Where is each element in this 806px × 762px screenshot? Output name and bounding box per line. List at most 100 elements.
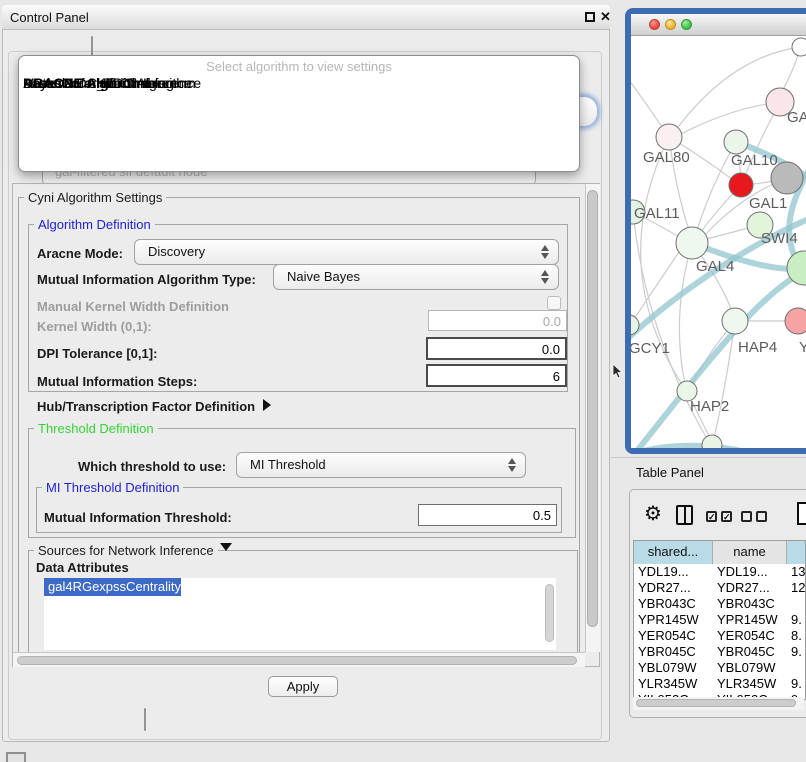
algorithm-dropdown-popup: Select algorithm to view settings Bayesi… xyxy=(18,55,580,172)
checked-checkbox-icon[interactable]: ✓ xyxy=(721,511,732,522)
dpi-tolerance-field[interactable]: 0.0 xyxy=(426,337,567,360)
which-threshold-value: MI Threshold xyxy=(250,457,326,472)
control-panel-title: Control Panel xyxy=(10,10,89,25)
list-scrollbar-thumb[interactable] xyxy=(545,584,554,642)
node-label-gal1: GAL1 xyxy=(749,195,787,212)
sources-group-label: Sources for Network Inference xyxy=(38,543,214,558)
settings-horizontal-scrollbar-thumb[interactable] xyxy=(17,656,577,665)
threshold-definition-title: Threshold Definition xyxy=(34,421,158,436)
table-row[interactable]: YPR145WYPR145W9. xyxy=(634,612,805,628)
tab-style[interactable]: Style xyxy=(92,37,93,52)
column-layout-icon[interactable] xyxy=(676,505,693,525)
control-panel-titlebar[interactable] xyxy=(2,5,610,30)
hub-definition-toggle[interactable]: Hub/Transcription Factor Definition xyxy=(37,399,255,414)
table-cell: YER054C xyxy=(713,628,787,644)
cyni-tab-impute-data[interactable]: Impute Data xyxy=(145,709,146,724)
table-cell: YLR345W xyxy=(634,676,713,692)
network-edge[interactable] xyxy=(679,243,692,384)
network-node[interactable] xyxy=(785,308,806,334)
tab-select[interactable]: Select xyxy=(92,37,93,52)
tab-network[interactable]: Network xyxy=(92,37,93,52)
data-attributes-label: Data Attributes xyxy=(36,560,129,575)
network-node[interactable] xyxy=(676,227,708,259)
table-cell: 13 xyxy=(787,564,806,580)
panel-divider xyxy=(611,457,806,458)
gear-icon[interactable]: ⚙ xyxy=(644,503,662,525)
aracne-mode-combo[interactable]: Discovery xyxy=(134,239,559,265)
table-row[interactable]: YDL19...YDL19...13 xyxy=(634,564,805,580)
table-cell: YDR27... xyxy=(713,580,787,596)
network-node[interactable] xyxy=(792,38,806,56)
network-edge-highlighted[interactable] xyxy=(631,269,806,448)
node-attribute-table[interactable]: shared...nameYDL19...YDL19...13YDR27...Y… xyxy=(633,540,806,700)
tab-cyni-toolbox[interactable]: Cyni Toolbox xyxy=(92,37,93,52)
table-header-col3[interactable] xyxy=(787,541,806,564)
network-node[interactable] xyxy=(724,130,748,154)
sources-group-toggle[interactable]: Sources for Network Inference xyxy=(34,543,218,558)
mi-algorithm-type-combo[interactable]: Naive Bayes xyxy=(273,264,559,290)
table-cell: YBR043C xyxy=(634,596,713,612)
mouse-cursor xyxy=(612,364,624,380)
apply-button[interactable]: Apply xyxy=(268,676,338,697)
table-cell: 12 xyxy=(787,580,806,596)
network-node[interactable] xyxy=(656,124,682,150)
data-attribute-gal4rgexp[interactable]: gal4RGexp xyxy=(44,578,113,596)
panel-dock-icon[interactable] xyxy=(6,752,26,762)
mi-threshold-group-title: MI Threshold Definition xyxy=(42,480,183,495)
cyni-tab-discretize-data[interactable]: Discretize Data xyxy=(145,709,146,724)
tab-jactivemnodules[interactable]: jActiveMNodules xyxy=(92,37,93,52)
hub-definition-label: Hub/Transcription Factor Definition xyxy=(37,399,255,414)
table-cell: YER054C xyxy=(634,628,713,644)
node-label-gal10: GAL10 xyxy=(731,152,778,169)
table-header-shared[interactable]: shared... xyxy=(634,541,713,564)
cyni-tab-infer-network[interactable]: Infer Network xyxy=(145,709,146,724)
table-row[interactable]: YBR045CYBR045C9. xyxy=(634,644,805,660)
kernel-width-field[interactable]: 0.0 xyxy=(428,310,567,331)
table-row[interactable]: YBR043CYBR043C xyxy=(634,596,805,612)
table-row[interactable]: YBL079WYBL079W xyxy=(634,660,805,676)
network-node[interactable] xyxy=(729,173,753,197)
node-label-hap2: HAP2 xyxy=(690,398,729,415)
algorithm-option-dream8-dc-tdc-algorithm[interactable]: Dream8 DC_TDC Algorithm xyxy=(19,75,196,91)
node-label-swi4: SWI4 xyxy=(761,230,798,247)
which-threshold-combo[interactable]: MI Threshold xyxy=(236,452,526,478)
minimize-traffic-light[interactable] xyxy=(665,19,676,30)
network-edge[interactable] xyxy=(681,102,780,134)
document-icon[interactable] xyxy=(797,502,806,525)
combo-arrows-icon xyxy=(508,457,517,473)
network-node[interactable] xyxy=(702,435,722,448)
table-row[interactable]: YLR345WYLR345W9. xyxy=(634,676,805,692)
table-row[interactable]: YDR27...YDR27...12 xyxy=(634,580,805,596)
expand-right-icon xyxy=(263,399,271,411)
table-cell: YBR043C xyxy=(713,596,787,612)
aracne-mode-label: Aracne Mode: xyxy=(37,246,123,261)
manual-kernel-width-label: Manual Kernel Width Definition xyxy=(37,299,229,314)
mi-threshold-label: Mutual Information Threshold: xyxy=(44,510,232,525)
table-header-name[interactable]: name xyxy=(713,541,787,564)
kernel-width-label: Kernel Width (0,1): xyxy=(37,319,152,334)
table-cell: YBL079W xyxy=(634,660,713,676)
mi-threshold-field[interactable]: 0.5 xyxy=(418,504,557,526)
node-label-gcy1: GCY1 xyxy=(631,340,670,357)
table-cell: YDR27... xyxy=(634,580,713,596)
network-canvas[interactable]: GALGAL80GAL10GAL1GAL11GAL4SWI4GCY1HAP4YH… xyxy=(631,36,806,448)
settings-vertical-scrollbar-thumb[interactable] xyxy=(587,190,598,627)
table-cell: YBL079W xyxy=(713,660,787,676)
network-graph[interactable]: GALGAL80GAL10GAL1GAL11GAL4SWI4GCY1HAP4YH… xyxy=(631,36,806,448)
unchecked-checkbox-icon[interactable] xyxy=(756,511,767,522)
table-row[interactable]: YER054CYER054C8. xyxy=(634,628,805,644)
mi-steps-label: Mutual Information Steps: xyxy=(37,374,197,389)
close-icon[interactable]: ✕ xyxy=(600,9,611,25)
mi-steps-field[interactable]: 6 xyxy=(426,364,567,387)
network-node[interactable] xyxy=(722,308,748,334)
data-attributes-list[interactable]: SelfLoopsTopologicalCoefficientBetweenne… xyxy=(44,578,556,650)
close-traffic-light[interactable] xyxy=(649,19,660,30)
cyni-bottom-tab-bar: Impute DataDiscretize DataInfer Network xyxy=(144,708,146,731)
checked-checkbox-icon[interactable]: ✓ xyxy=(706,511,717,522)
which-threshold-label: Which threshold to use: xyxy=(78,459,226,474)
table-horizontal-scrollbar-thumb[interactable] xyxy=(636,699,796,707)
manual-kernel-width-checkbox[interactable] xyxy=(547,296,561,310)
unchecked-checkbox-icon[interactable] xyxy=(741,511,752,522)
zoom-traffic-light[interactable] xyxy=(681,19,692,30)
float-window-icon[interactable] xyxy=(585,12,595,22)
